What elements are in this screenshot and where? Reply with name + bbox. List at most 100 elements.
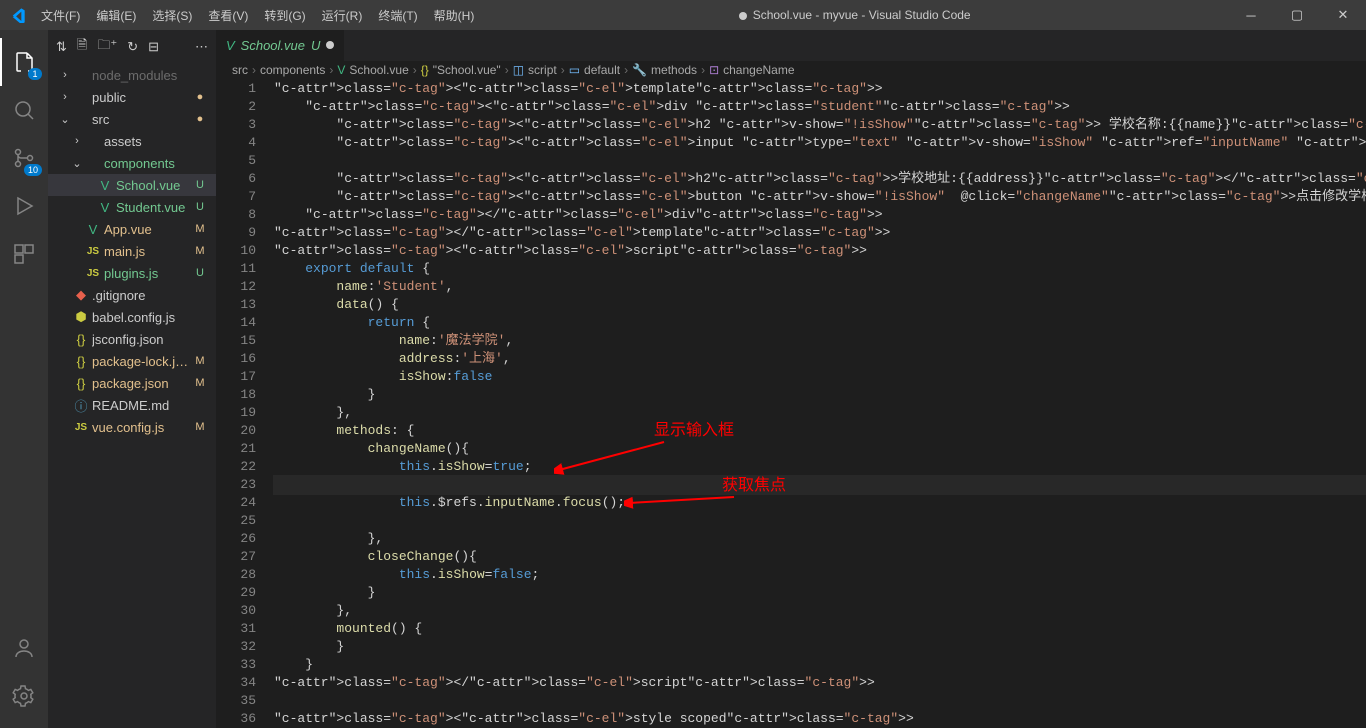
collapse-icon[interactable]: ⊟ [148,39,159,55]
code-line[interactable]: "c-attr">class="c-tag"><"c-attr">class="… [274,116,1366,134]
git-status: M [192,355,208,367]
code-line[interactable]: }, [274,404,1366,422]
tree-item[interactable]: ⌄components [48,152,216,174]
extensions-icon[interactable] [0,230,48,278]
more-icon[interactable]: ⋯ [195,39,208,55]
code-line[interactable]: name:'魔法学院', [274,332,1366,350]
code-line[interactable]: } [274,656,1366,674]
vue-file-icon: V [226,38,235,53]
code-line[interactable]: } [274,386,1366,404]
breadcrumb-item[interactable]: School.vue [349,63,408,77]
minimize-button[interactable]: ─ [1228,0,1274,30]
menu-selection[interactable]: 选择(S) [145,3,199,28]
settings-icon[interactable] [0,672,48,720]
tree-item[interactable]: {}package.jsonM [48,372,216,394]
code-line[interactable]: methods: { [274,422,1366,440]
run-debug-icon[interactable] [0,182,48,230]
tree-item[interactable]: ›public● [48,86,216,108]
file-icon: V [84,222,102,237]
code-line[interactable]: data() { [274,296,1366,314]
breadcrumb-item[interactable]: default [584,63,620,77]
refresh-icon[interactable]: ↻ [127,39,138,55]
code-line[interactable]: }, [274,530,1366,548]
tree-item[interactable]: VStudent.vueU [48,196,216,218]
file-tree[interactable]: ›node_modules›public●⌄src●›assets⌄compon… [48,64,216,728]
code-line[interactable] [274,692,1366,710]
breadcrumb[interactable]: src› components›V School.vue›{} "School.… [216,61,1366,80]
tree-item[interactable]: ◆.gitignore [48,284,216,306]
tree-item[interactable]: JSmain.jsM [48,240,216,262]
code-line[interactable]: "c-attr">class="c-tag"><"c-attr">class="… [274,80,1366,98]
tree-item[interactable]: ⓘREADME.md [48,394,216,416]
menu-help[interactable]: 帮助(H) [427,3,482,28]
code-line[interactable]: "c-attr">class="c-tag"><"c-attr">class="… [274,188,1366,206]
tree-item[interactable]: ⬢babel.config.js [48,306,216,328]
code-content[interactable]: 显示输入框 获取焦点 "c-attr">class="c-tag"><"c-at… [274,80,1366,728]
tree-item[interactable]: VApp.vueM [48,218,216,240]
tree-item[interactable]: ⌄src● [48,108,216,130]
code-line[interactable]: "c-attr">class="c-tag"><"c-attr">class="… [274,242,1366,260]
tree-item[interactable]: JSplugins.jsU [48,262,216,284]
editor-area: V School.vue U ⇄ ▯▯ ⋯ src› components›V … [216,30,1366,728]
explorer-filter-icon[interactable]: ⇅ [56,39,67,55]
tree-item[interactable]: {}jsconfig.json [48,328,216,350]
accounts-icon[interactable] [0,624,48,672]
tree-label: plugins.js [104,266,192,281]
code-line[interactable]: "c-attr">class="c-tag"></"c-attr">class=… [274,224,1366,242]
code-line[interactable]: } [274,638,1366,656]
code-line[interactable]: "c-attr">class="c-tag"><"c-attr">class="… [274,134,1366,152]
menu-view[interactable]: 查看(V) [201,3,255,28]
breadcrumb-item[interactable]: src [232,63,248,77]
code-line[interactable]: "c-attr">class="c-tag"><"c-attr">class="… [274,98,1366,116]
menu-run[interactable]: 运行(R) [315,3,370,28]
code-line[interactable]: this.$refs.inputName.focus(); [274,494,1366,512]
code-line[interactable]: isShow:false [274,368,1366,386]
file-icon: JS [72,422,90,433]
file-icon: V [96,178,114,193]
code-line[interactable]: return { [274,314,1366,332]
code-line[interactable]: closeChange(){ [274,548,1366,566]
menu-go[interactable]: 转到(G) [257,3,312,28]
breadcrumb-item[interactable]: components [260,63,325,77]
code-line[interactable]: this.isShow=true; [274,458,1366,476]
breadcrumb-item[interactable]: changeName [723,63,794,77]
code-line[interactable]: "c-attr">class="c-tag"></"c-attr">class=… [274,206,1366,224]
code-line[interactable]: changeName(){ [274,440,1366,458]
breadcrumb-item[interactable]: "School.vue" [433,63,501,77]
code-line[interactable] [274,152,1366,170]
code-line[interactable] [274,512,1366,530]
tree-item[interactable]: {}package-lock.jsonM [48,350,216,372]
breadcrumb-item[interactable]: methods [651,63,697,77]
source-control-icon[interactable]: 10 [0,134,48,182]
tree-item[interactable]: ›assets [48,130,216,152]
code-line[interactable]: mounted() { [274,620,1366,638]
tree-item[interactable]: VSchool.vueU [48,174,216,196]
code-line[interactable]: "c-attr">class="c-tag"><"c-attr">class="… [274,710,1366,728]
code-line[interactable]: "c-attr">class="c-tag"><"c-attr">class="… [274,170,1366,188]
code-line[interactable]: export default { [274,260,1366,278]
menu-file[interactable]: 文件(F) [34,3,87,28]
activity-bar: 1 10 [0,30,48,728]
close-button[interactable]: ✕ [1320,0,1366,30]
menu-terminal[interactable]: 终端(T) [371,3,424,28]
code-line[interactable]: }, [274,602,1366,620]
code-line[interactable] [274,476,1366,494]
maximize-button[interactable]: ▢ [1274,0,1320,30]
code-editor[interactable]: 1234567891011121314151617181920212223242… [216,80,1366,728]
git-status: M [192,421,208,433]
tree-item[interactable]: JSvue.config.jsM [48,416,216,438]
code-line[interactable]: name:'Student', [274,278,1366,296]
tree-item[interactable]: ›node_modules [48,64,216,86]
new-file-icon[interactable]: 🗎 [77,36,87,58]
breadcrumb-item[interactable]: script [528,63,557,77]
explorer-icon[interactable]: 1 [0,38,48,86]
code-line[interactable]: address:'上海', [274,350,1366,368]
code-line[interactable]: this.isShow=false; [274,566,1366,584]
search-icon[interactable] [0,86,48,134]
tab-bar: V School.vue U ⇄ ▯▯ ⋯ [216,30,1366,61]
menu-edit[interactable]: 编辑(E) [89,3,143,28]
new-folder-icon[interactable]: 🗀⁺ [97,36,117,58]
code-line[interactable]: } [274,584,1366,602]
code-line[interactable]: "c-attr">class="c-tag"></"c-attr">class=… [274,674,1366,692]
tab-school-vue[interactable]: V School.vue U [216,30,345,61]
